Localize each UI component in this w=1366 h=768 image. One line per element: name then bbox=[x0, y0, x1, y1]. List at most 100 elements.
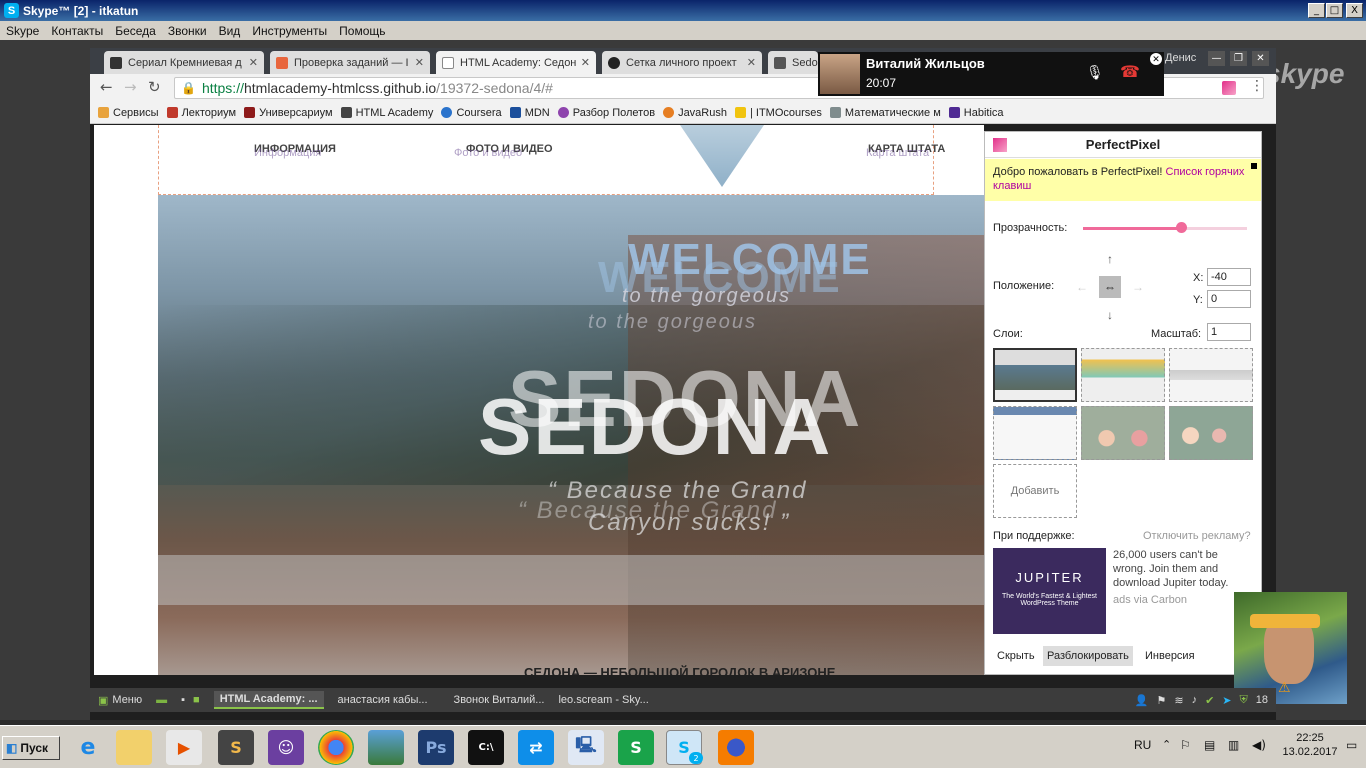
disable-ads-link[interactable]: Отключить рекламу? bbox=[1143, 530, 1251, 542]
bookmark-universarium[interactable]: Универсариум bbox=[244, 107, 333, 119]
tray-device-icon[interactable]: ▤ bbox=[1204, 738, 1215, 752]
tray-wifi-icon[interactable]: ≋ bbox=[1174, 694, 1183, 707]
menu-conversation[interactable]: Беседа bbox=[109, 24, 162, 38]
menu-contacts[interactable]: Контакты bbox=[45, 24, 109, 38]
browser-close-button[interactable]: ✕ bbox=[1252, 51, 1269, 66]
task-htmlacademy[interactable]: HTML Academy: ... bbox=[213, 691, 324, 709]
folder-icon[interactable]: ■ bbox=[193, 694, 200, 706]
tray-flag-icon[interactable]: ⚐ bbox=[1180, 738, 1191, 752]
microphone-icon[interactable]: 🎙 bbox=[1086, 64, 1104, 81]
bookmark-services[interactable]: Сервисы bbox=[98, 107, 159, 119]
bookmark-javarush[interactable]: JavaRush bbox=[663, 107, 727, 119]
task-leo[interactable]: leo.scream - Sky... bbox=[558, 694, 648, 706]
tray-network-icon[interactable]: ▥ bbox=[1228, 738, 1239, 752]
tab-close-icon[interactable]: ✕ bbox=[249, 56, 258, 69]
unlock-button[interactable]: Разблокировать bbox=[1043, 646, 1133, 666]
back-icon[interactable]: ← bbox=[100, 78, 113, 96]
layer-thumb-1[interactable] bbox=[993, 348, 1077, 402]
hide-button[interactable]: Скрыть bbox=[993, 646, 1039, 666]
tab-github[interactable]: Сетка личного проект ✕ bbox=[602, 51, 762, 74]
ie-icon[interactable]: e bbox=[70, 730, 106, 765]
close-button[interactable]: X bbox=[1346, 3, 1363, 18]
sublime-icon[interactable]: S bbox=[218, 730, 254, 765]
cat-app-icon[interactable]: ☺ bbox=[268, 730, 304, 765]
close-call-bar-icon[interactable]: ✕ bbox=[1150, 53, 1162, 65]
terminal-icon[interactable]: ▪ bbox=[181, 694, 185, 706]
ad-text[interactable]: 26,000 users can't be wrong. Join them a… bbox=[1113, 548, 1253, 590]
reload-icon[interactable]: ↻ bbox=[148, 78, 161, 96]
mint-menu-icon[interactable]: ▣ bbox=[98, 694, 108, 707]
x-input[interactable]: -40 bbox=[1207, 268, 1251, 286]
tab-serial[interactable]: Сериал Кремниевая д ✕ bbox=[104, 51, 264, 74]
bookmark-itmo[interactable]: | ITMOcourses bbox=[734, 107, 822, 119]
tab-htmlacademy[interactable]: HTML Academy: Седон ✕ bbox=[436, 51, 596, 74]
move-down-icon[interactable]: ↓ bbox=[1099, 304, 1121, 326]
task-anastasia[interactable]: анастасия кабы... bbox=[338, 694, 428, 706]
tab-close-icon[interactable]: ✕ bbox=[747, 56, 756, 69]
bookmark-math[interactable]: Математические м bbox=[829, 107, 941, 119]
bookmark-coursera[interactable]: Coursera bbox=[441, 107, 502, 119]
menu-tools[interactable]: Инструменты bbox=[246, 24, 333, 38]
opacity-slider-thumb[interactable] bbox=[1176, 222, 1188, 233]
menu-label[interactable]: Меню bbox=[112, 694, 142, 706]
tray-shield-icon[interactable]: ⛨ bbox=[1240, 694, 1248, 707]
chrome-icon[interactable] bbox=[318, 730, 354, 765]
menu-calls[interactable]: Звонки bbox=[162, 24, 213, 38]
opacity-slider-track[interactable] bbox=[1083, 227, 1247, 230]
tray-user-icon[interactable]: 👤 bbox=[1135, 694, 1149, 707]
image-viewer-icon[interactable] bbox=[368, 730, 404, 765]
bookmark-lectorium[interactable]: Лекториум bbox=[166, 107, 236, 119]
tray-check-icon[interactable]: ✔ bbox=[1205, 694, 1214, 707]
add-layer-button[interactable]: Добавить bbox=[993, 464, 1077, 518]
firefox-icon[interactable] bbox=[718, 730, 754, 765]
tray-telegram-icon[interactable]: ➤ bbox=[1222, 694, 1231, 707]
photoshop-icon[interactable]: Ps bbox=[418, 730, 454, 765]
tab-sedona[interactable]: Sedo bbox=[768, 51, 818, 74]
notifications-icon[interactable]: ▭ bbox=[1346, 738, 1357, 752]
browser-restore-button[interactable]: ❐ bbox=[1230, 51, 1247, 66]
layer-thumb-5[interactable] bbox=[1081, 406, 1165, 460]
invert-button[interactable]: Инверсия bbox=[1141, 646, 1199, 666]
move-left-icon[interactable]: ← bbox=[1071, 276, 1093, 298]
hang-up-icon[interactable]: ☎ bbox=[1120, 62, 1140, 82]
media-player-icon[interactable]: ▶ bbox=[166, 730, 202, 765]
tray-volume-icon[interactable]: ♪ bbox=[1192, 694, 1198, 706]
cmd-icon[interactable]: C:\ bbox=[468, 730, 504, 765]
perfectpixel-extension-icon[interactable] bbox=[1222, 81, 1236, 95]
layer-thumb-3[interactable] bbox=[1169, 348, 1253, 402]
bookmark-htmlacademy[interactable]: HTML Academy bbox=[340, 107, 433, 119]
browser-minimize-button[interactable]: — bbox=[1208, 51, 1225, 66]
bookmark-mdn[interactable]: MDN bbox=[509, 107, 550, 119]
layer-thumb-2[interactable] bbox=[1081, 348, 1165, 402]
move-right-icon[interactable]: → bbox=[1127, 276, 1149, 298]
y-input[interactable]: 0 bbox=[1207, 290, 1251, 308]
menu-help[interactable]: Помощь bbox=[333, 24, 391, 38]
minimize-button[interactable]: _ bbox=[1308, 3, 1325, 18]
forward-icon[interactable]: → bbox=[124, 78, 137, 96]
tray-up-icon[interactable]: ⌃ bbox=[1162, 738, 1171, 751]
start-button[interactable]: ◧ Пуск bbox=[2, 736, 60, 760]
tab-review[interactable]: Проверка заданий — I ✕ bbox=[270, 51, 430, 74]
bookmark-habitica[interactable]: Habitica bbox=[948, 107, 1004, 119]
bookmark-razbor[interactable]: Разбор Полетов bbox=[557, 107, 655, 119]
language-indicator[interactable]: RU bbox=[1134, 738, 1151, 752]
layer-thumb-4[interactable] bbox=[993, 406, 1077, 460]
maximize-button[interactable]: □ bbox=[1326, 3, 1343, 18]
s-app-icon[interactable]: S bbox=[618, 730, 654, 765]
explorer-icon[interactable] bbox=[116, 730, 152, 765]
network-icon[interactable]: 🖳 bbox=[568, 730, 604, 765]
tab-close-icon[interactable]: ✕ bbox=[581, 56, 590, 69]
scale-input[interactable]: 1 bbox=[1207, 323, 1251, 341]
ad-image[interactable]: JUPITER The World's Fastest & Lightest W… bbox=[993, 548, 1106, 634]
layer-thumb-6[interactable] bbox=[1169, 406, 1253, 460]
browser-user[interactable]: Денис bbox=[1165, 52, 1196, 64]
browser-menu-icon[interactable]: ⋮ bbox=[1250, 78, 1264, 94]
tab-close-icon[interactable]: ✕ bbox=[415, 56, 424, 69]
clock[interactable]: 22:25 13.02.2017 bbox=[1280, 731, 1340, 759]
teamviewer-icon[interactable]: ⇄ bbox=[518, 730, 554, 765]
menu-skype[interactable]: Skype bbox=[0, 24, 45, 38]
ad-source[interactable]: ads via Carbon bbox=[1113, 594, 1187, 606]
move-up-icon[interactable]: ↑ bbox=[1099, 248, 1121, 270]
tray-flag-icon[interactable]: ⚑ bbox=[1156, 694, 1166, 707]
files-icon[interactable]: ▬ bbox=[156, 694, 167, 706]
